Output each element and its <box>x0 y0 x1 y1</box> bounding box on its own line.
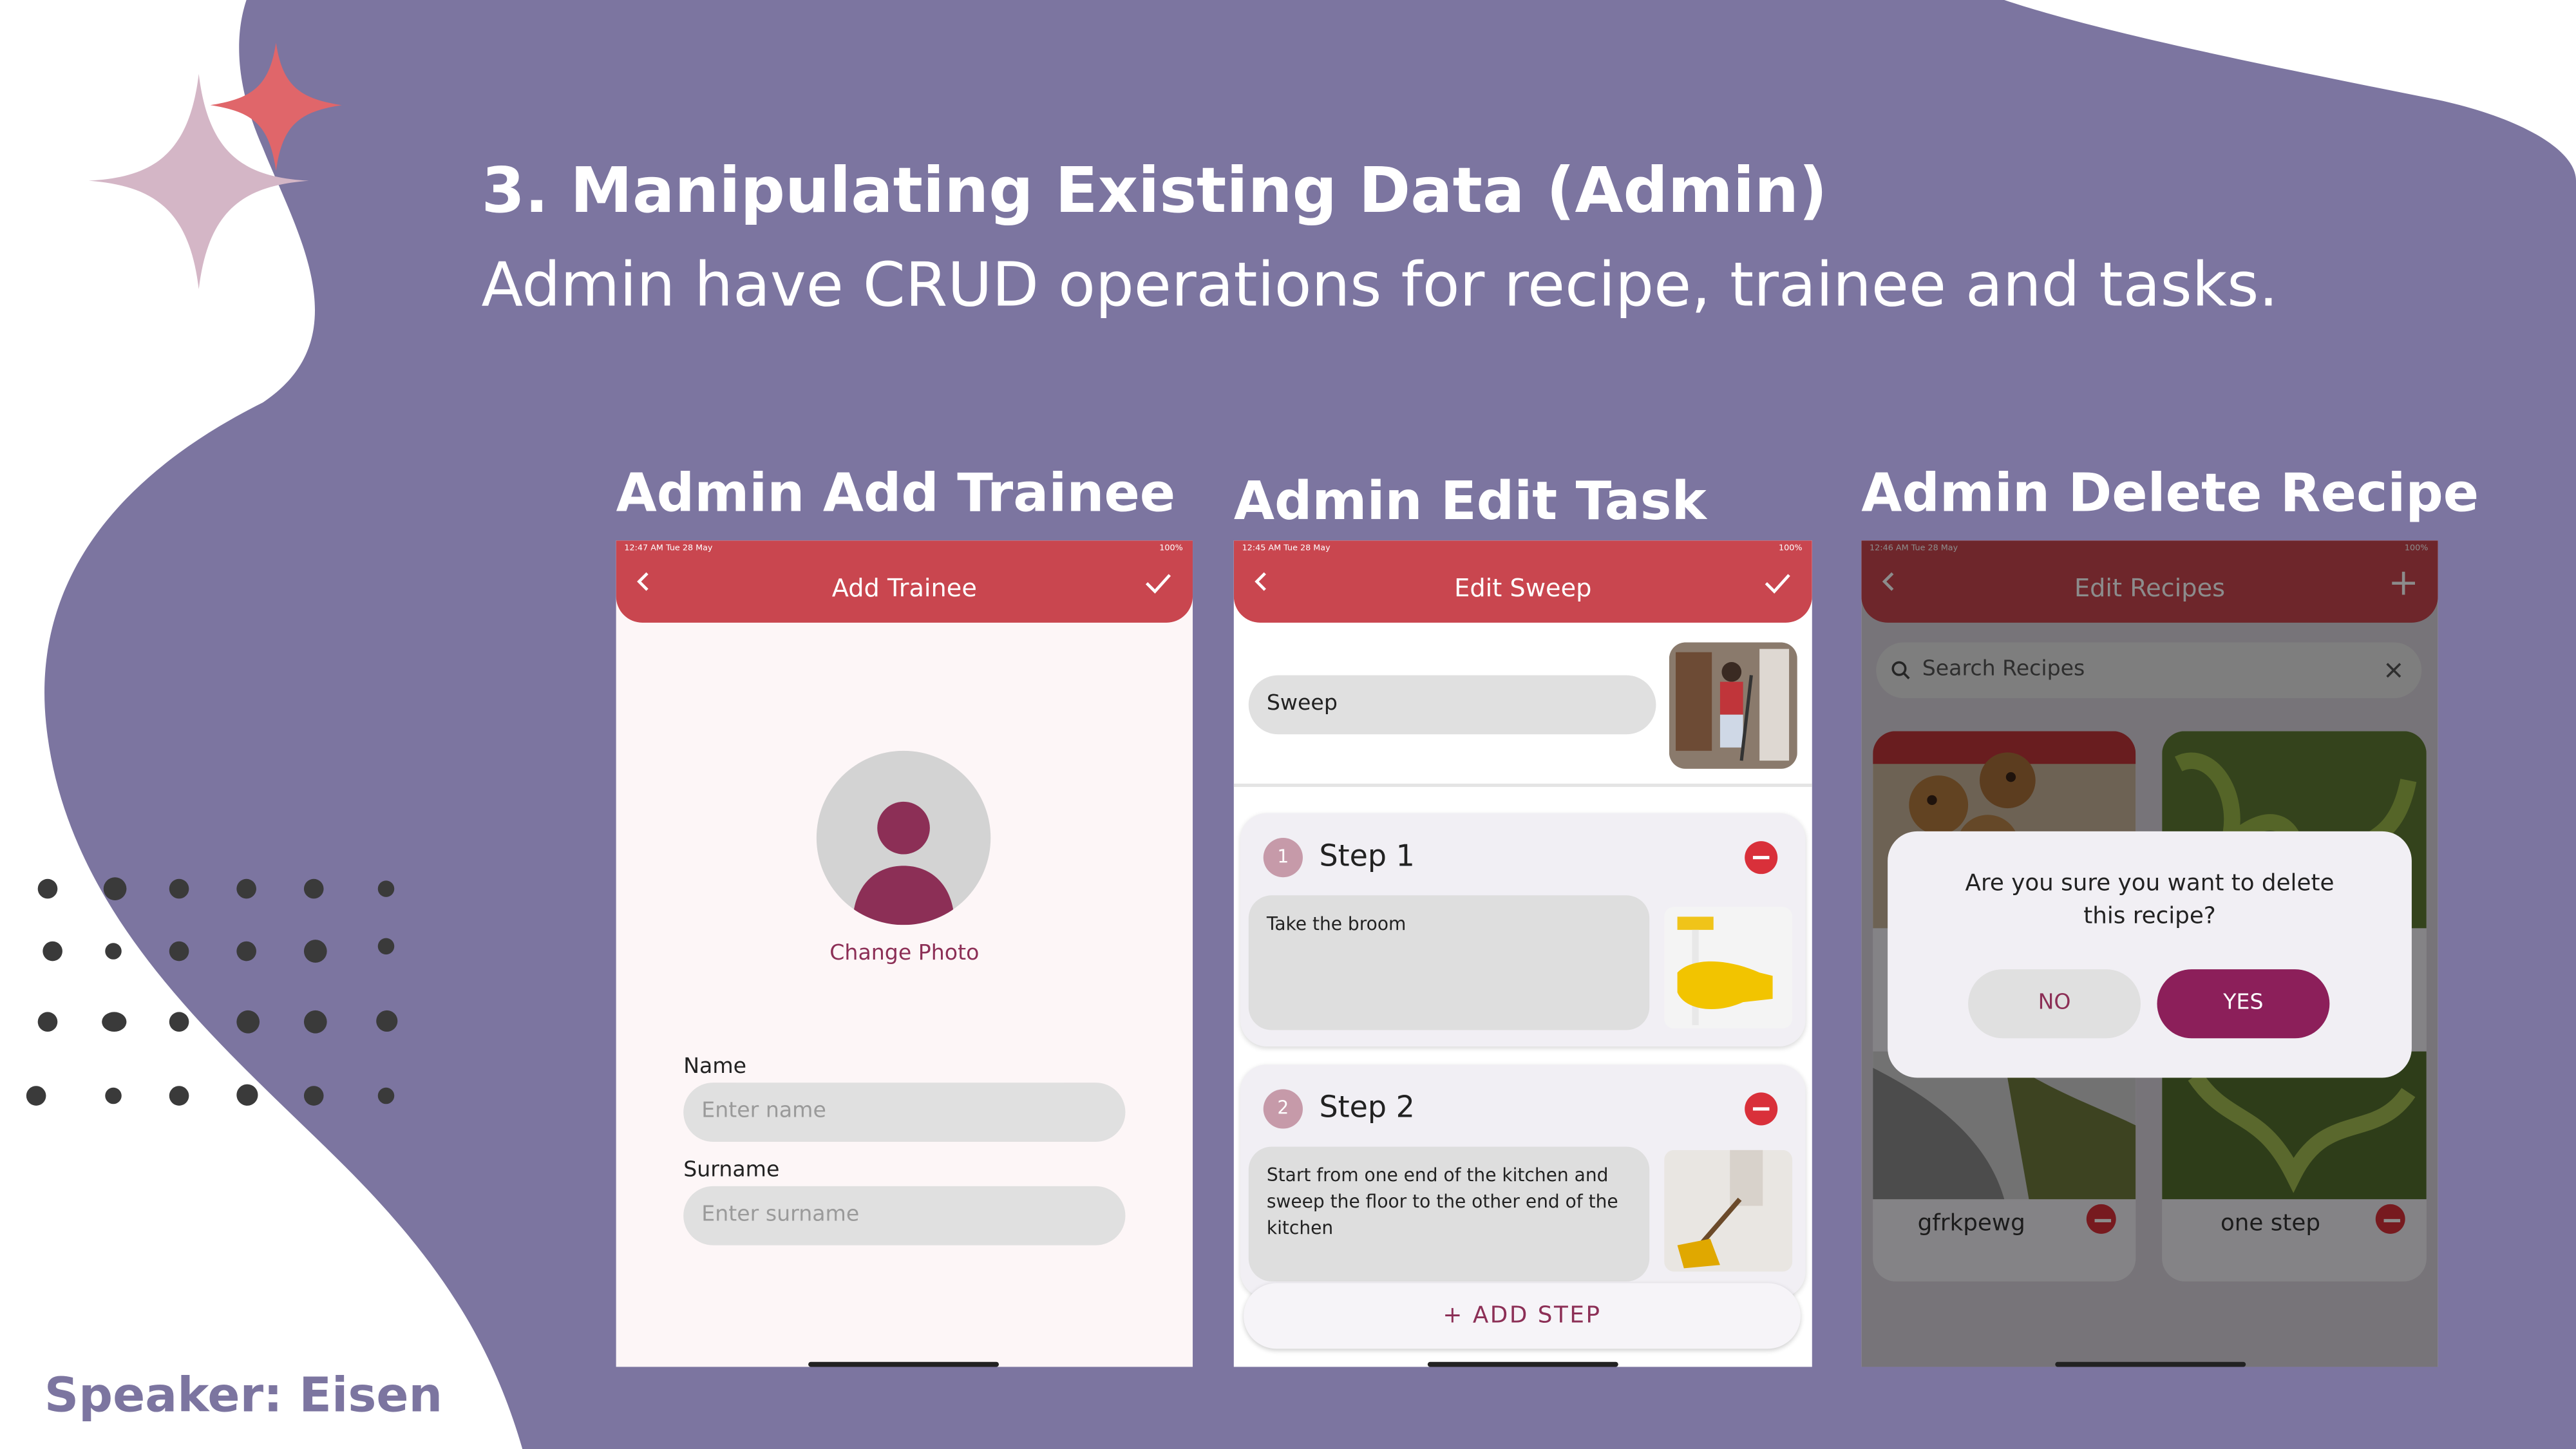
status-time: 12:47 AM Tue 28 May <box>624 544 713 554</box>
app-bar: 12:47 AM Tue 28 May 100% Add Trainee <box>616 540 1193 623</box>
step-title: Step 1 <box>1319 839 1415 875</box>
dialog-no-button[interactable]: NO <box>1968 969 2141 1039</box>
page-title: Add Trainee <box>831 573 977 603</box>
status-battery: 100% <box>1159 544 1183 554</box>
slide-subtitle: Admin have CRUD operations for recipe, t… <box>481 249 2278 321</box>
person-icon <box>852 801 955 925</box>
change-photo-button[interactable]: Change Photo <box>616 942 1193 966</box>
divider <box>1233 783 1812 787</box>
phone-delete-recipe: 12:46 AM Tue 28 May 100% Edit Recipes Se… <box>1861 540 2438 1367</box>
check-icon[interactable] <box>1763 570 1792 596</box>
status-bar: 12:45 AM Tue 28 May 100% <box>1234 540 1812 557</box>
home-indicator <box>808 1361 999 1367</box>
surname-label: Surname <box>683 1158 780 1183</box>
avatar[interactable] <box>816 750 991 925</box>
remove-step-icon[interactable] <box>1745 1092 1778 1126</box>
step-number-badge: 1 <box>1263 838 1303 878</box>
delete-confirm-dialog: Are you sure you want to delete this rec… <box>1888 831 2412 1078</box>
add-step-button[interactable]: + ADD STEP <box>1244 1283 1801 1349</box>
phone-add-trainee: 12:47 AM Tue 28 May 100% Add Trainee Cha… <box>616 540 1193 1367</box>
step-card: 2 Step 2 Start from one end of the kitch… <box>1240 1065 1806 1298</box>
slide-title: 3. Manipulating Existing Data (Admin) <box>481 154 1828 227</box>
step-description-input[interactable]: Take the broom <box>1248 895 1650 1030</box>
home-indicator <box>2055 1361 2246 1367</box>
dialog-message: Are you sure you want to delete this rec… <box>1965 871 2334 930</box>
status-bar: 12:47 AM Tue 28 May 100% <box>616 540 1193 557</box>
page-title: Edit Sweep <box>1454 573 1592 603</box>
app-bar: 12:45 AM Tue 28 May 100% Edit Sweep <box>1233 540 1812 623</box>
section-label-delete-recipe: Admin Delete Recipe <box>1861 461 2479 524</box>
status-battery: 100% <box>1778 544 1803 554</box>
home-indicator <box>1427 1361 1618 1367</box>
name-label: Name <box>683 1054 747 1080</box>
section-label-add-trainee: Admin Add Trainee <box>616 461 1176 524</box>
dialog-yes-button[interactable]: YES <box>2157 969 2330 1039</box>
name-input[interactable]: Enter name <box>683 1083 1126 1142</box>
status-time: 12:45 AM Tue 28 May <box>1242 544 1331 554</box>
step-photo[interactable] <box>1664 1150 1793 1272</box>
step-number-badge: 2 <box>1263 1089 1303 1129</box>
section-label-edit-task: Admin Edit Task <box>1233 469 1707 533</box>
surname-input[interactable]: Enter surname <box>683 1186 1126 1245</box>
step-title: Step 2 <box>1319 1090 1415 1126</box>
step-card: 1 Step 1 Take the broom <box>1240 813 1806 1046</box>
speaker-credit: Speaker: Eisen <box>44 1367 443 1423</box>
task-photo[interactable] <box>1669 642 1797 769</box>
remove-step-icon[interactable] <box>1745 841 1778 875</box>
check-icon[interactable] <box>1144 570 1173 596</box>
step-photo[interactable] <box>1664 907 1793 1028</box>
step-description-input[interactable]: Start from one end of the kitchen and sw… <box>1248 1146 1650 1282</box>
task-name-input[interactable]: Sweep <box>1248 675 1656 735</box>
phone-edit-task: 12:45 AM Tue 28 May 100% Edit Sweep Swee… <box>1233 540 1812 1367</box>
